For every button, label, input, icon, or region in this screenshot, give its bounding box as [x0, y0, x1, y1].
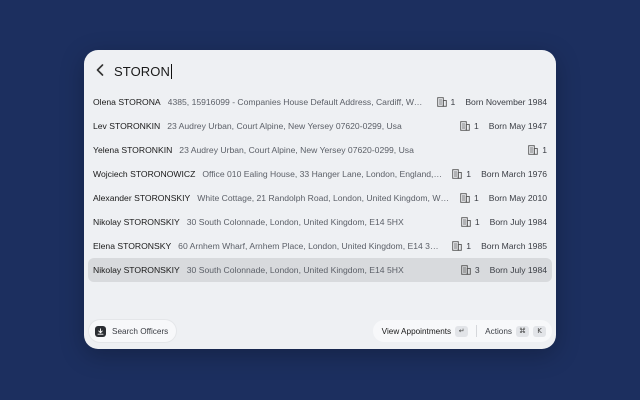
officer-address: 30 South Colonnade, London, United Kingd… [186, 217, 404, 227]
appointments-meta: 1 Born May 2010 [460, 193, 547, 203]
command-palette: STORON Olena STORONA 4385, 15916099 - Co… [84, 50, 556, 349]
officer-name: Olena STORONA [93, 97, 161, 107]
appointment-count: 1 [473, 121, 479, 131]
officer-address: 23 Audrey Urban, Court Alpine, New Yerse… [167, 121, 402, 131]
appointment-count: 1 [473, 193, 479, 203]
list-item[interactable]: Wojciech STORONOWICZ Office 010 Ealing H… [88, 162, 552, 186]
actions-button[interactable]: Actions [485, 327, 512, 336]
search-officers-label: Search Officers [112, 326, 169, 336]
appointments-meta: 1 Born May 1947 [460, 121, 547, 131]
officer-name: Elena STORONSKY [93, 241, 172, 251]
building-icon [461, 217, 471, 227]
list-item[interactable]: Alexander STORONSKIY White Cottage, 21 R… [88, 186, 552, 210]
appointment-count: 1 [450, 97, 456, 107]
birth-date: Born March 1976 [481, 169, 547, 179]
command-key-icon: ⌘ [516, 325, 529, 337]
appointment-count: 1 [542, 145, 547, 155]
appointment-count: 1 [466, 241, 472, 251]
officer-name: Nikolay STORONSKIY [93, 217, 180, 227]
appointment-count: 3 [474, 265, 480, 275]
list-item-selected[interactable]: Nikolay STORONSKIY 30 South Colonnade, L… [88, 258, 552, 282]
appointments-meta: 3 Born July 1984 [461, 265, 547, 275]
officer-name: Wojciech STORONOWICZ [93, 169, 196, 179]
appointments-meta: 1 Born March 1985 [452, 241, 547, 251]
search-officers-button[interactable]: Search Officers [89, 320, 177, 342]
birth-date: Born May 1947 [488, 121, 547, 131]
search-query-text: STORON [114, 63, 170, 79]
search-bar: STORON [84, 50, 556, 90]
officer-name: Yelena STORONKIN [93, 145, 173, 155]
officer-address: 23 Audrey Urban, Court Alpine, New Yerse… [179, 145, 414, 155]
results-list: Olena STORONA 4385, 15916099 - Companies… [88, 90, 552, 282]
building-icon [452, 241, 463, 251]
officer-address: Office 010 Ealing House, 33 Hanger Lane,… [202, 169, 443, 179]
officer-name: Lev STORONKIN [93, 121, 161, 131]
k-key-icon: K [533, 325, 546, 337]
appointments-meta: 1 Born March 1976 [452, 169, 547, 179]
appointment-count: 1 [466, 169, 472, 179]
search-input[interactable]: STORON [114, 62, 172, 80]
back-button[interactable] [93, 62, 107, 78]
divider [476, 325, 478, 337]
building-icon [528, 145, 538, 155]
birth-date: Born November 1984 [465, 97, 547, 107]
appointments-meta: 1 Born July 1984 [461, 217, 547, 227]
building-icon [460, 121, 470, 131]
officer-address: White Cottage, 21 Randolph Road, London,… [197, 193, 450, 203]
building-icon [436, 97, 447, 107]
building-icon [452, 169, 463, 179]
appointment-count: 1 [474, 217, 480, 227]
officer-name: Alexander STORONSKIY [93, 193, 191, 203]
birth-date: Born July 1984 [489, 265, 547, 275]
officer-address: 30 South Colonnade, London, United Kingd… [186, 265, 404, 275]
app-icon [95, 325, 106, 337]
birth-date: Born May 2010 [488, 193, 547, 203]
download-icon [97, 327, 104, 335]
birth-date: Born July 1984 [489, 217, 547, 227]
list-item[interactable]: Yelena STORONKIN 23 Audrey Urban, Court … [88, 138, 552, 162]
return-key-icon: ↵ [455, 325, 469, 337]
appointments-meta: 1 Born November 1984 [436, 97, 547, 107]
text-caret [170, 63, 172, 79]
list-item[interactable]: Olena STORONA 4385, 15916099 - Companies… [88, 90, 552, 114]
officer-address: 60 Arnhem Wharf, Arnhem Place, London, U… [178, 241, 443, 251]
appointments-meta: 1 [528, 145, 547, 155]
action-bar: Search Officers View Appointments ↵ Acti… [84, 319, 556, 349]
birth-date: Born March 1985 [481, 241, 547, 251]
officer-name: Nikolay STORONSKIY [93, 265, 180, 275]
officer-address: 4385, 15916099 - Companies House Default… [167, 97, 427, 107]
list-item[interactable]: Nikolay STORONSKIY 30 South Colonnade, L… [88, 210, 552, 234]
list-item[interactable]: Elena STORONSKY 60 Arnhem Wharf, Arnhem … [88, 234, 552, 258]
chevron-left-icon [96, 64, 104, 76]
view-appointments-button[interactable]: View Appointments [382, 327, 452, 336]
building-icon [460, 193, 470, 203]
action-buttons: View Appointments ↵ Actions ⌘ K [372, 320, 552, 342]
list-item[interactable]: Lev STORONKIN 23 Audrey Urban, Court Alp… [88, 114, 552, 138]
building-icon [461, 265, 471, 275]
